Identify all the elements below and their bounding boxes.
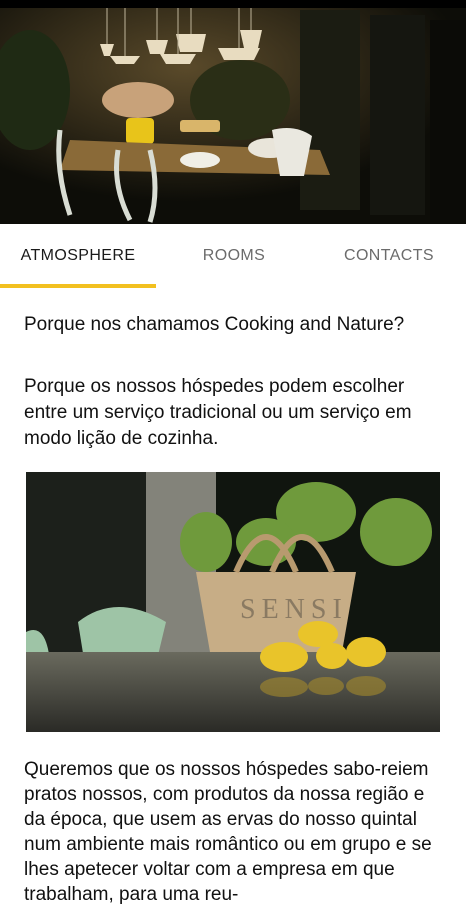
tab-bar: ATMOSPHERE ROOMS CONTACTS (0, 224, 466, 288)
restaurant-interior-illustration (0, 0, 466, 224)
tab-contacts[interactable]: CONTACTS (312, 224, 466, 288)
hero-image (0, 0, 466, 224)
heading-question: Porque nos chamamos Cooking and Nature? (24, 314, 405, 335)
paragraph-body: Queremos que os nossos hóspedes sabo-rei… (24, 759, 432, 905)
active-tab-indicator (0, 284, 156, 288)
paragraph-answer: Porque os nossos hóspedes podem escolher… (24, 376, 412, 449)
basket-lemons-illustration: SENSI (26, 472, 440, 732)
tab-atmosphere[interactable]: ATMOSPHERE (0, 224, 156, 288)
basket-lemons-photo: SENSI (26, 472, 440, 732)
basket-lettering: SENSI (240, 594, 348, 625)
tab-rooms[interactable]: ROOMS (156, 224, 312, 288)
